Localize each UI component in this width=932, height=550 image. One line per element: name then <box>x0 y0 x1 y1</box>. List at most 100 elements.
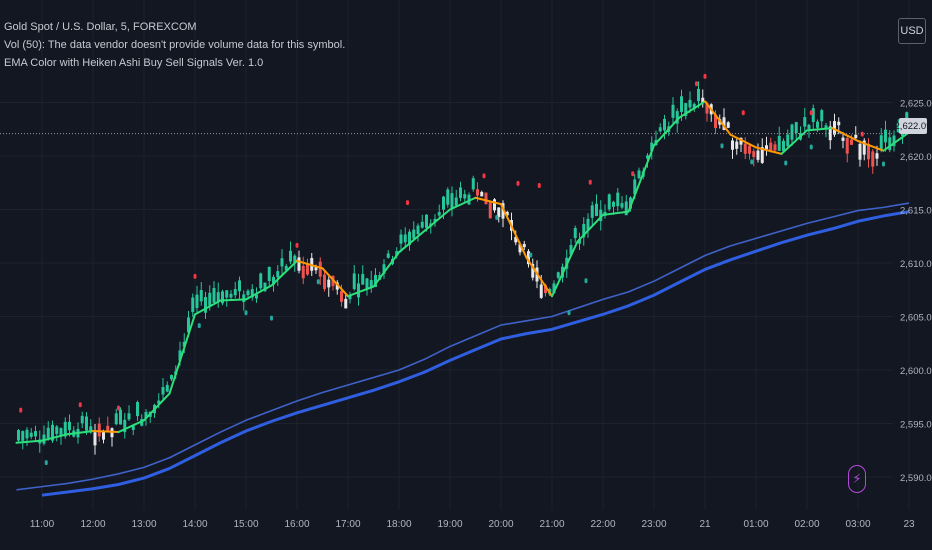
sell-signal-dot <box>406 200 409 206</box>
fast-ema-segment <box>321 267 349 298</box>
candle-body <box>208 292 212 306</box>
candle-body <box>756 150 760 160</box>
y-tick-label: 2,605.00 <box>900 313 932 324</box>
fast-ema-segment <box>245 284 273 301</box>
fast-ema-segment <box>678 100 706 119</box>
candle-body <box>21 431 25 441</box>
x-tick-label: 21:00 <box>539 519 564 530</box>
candle-body <box>437 212 441 216</box>
candle-body <box>399 234 403 244</box>
candle-body <box>786 134 790 147</box>
candle-body <box>556 272 560 278</box>
x-tick-label: 20:00 <box>488 519 513 530</box>
y-tick-label: 2,600.00 <box>900 366 932 377</box>
y-tick-label: 2,610.00 <box>900 259 932 270</box>
candle-body <box>782 140 785 152</box>
heiken-ashi-candles <box>17 81 909 455</box>
candle-body <box>199 289 203 302</box>
candle-body <box>323 274 326 290</box>
fast-ema-segment <box>41 433 69 442</box>
candle-body <box>446 189 450 205</box>
candle-body <box>403 234 407 243</box>
candle-body <box>80 415 84 424</box>
candle-body <box>493 199 496 211</box>
buy-signal-dot <box>584 278 588 284</box>
candle-body <box>161 386 165 395</box>
candle-body <box>620 203 624 208</box>
fast-ema-segment <box>755 146 783 155</box>
candle-body <box>280 258 284 267</box>
candle-body <box>884 129 887 143</box>
sell-signal-dot <box>78 402 82 408</box>
ema-lines <box>15 100 910 497</box>
sell-signal-dot <box>703 73 707 79</box>
candle-body <box>841 137 845 141</box>
candle-body <box>318 261 322 277</box>
indicator-legend[interactable]: EMA Color with Heiken Ashi Buy Sell Sign… <box>4 54 345 72</box>
candle-body <box>301 265 305 279</box>
buy-signal-dot <box>809 144 813 150</box>
signal-dots <box>19 73 885 466</box>
sell-signal-dot <box>809 110 813 116</box>
candle-body <box>357 283 360 298</box>
y-tick-label: 2,620.00 <box>900 152 932 163</box>
candle-body <box>425 214 428 228</box>
buy-signal-dot <box>529 252 533 258</box>
candle-body <box>680 96 683 112</box>
candle-body <box>289 250 292 262</box>
x-tick-label: 15:00 <box>233 519 258 530</box>
candle-body <box>522 243 526 248</box>
candle-body <box>327 279 331 288</box>
chart-grid <box>0 0 910 510</box>
fast-ema-segment <box>347 285 375 298</box>
candle-body <box>195 294 199 308</box>
fast-ema-segment <box>882 131 910 152</box>
fast-ema-segment <box>704 100 732 136</box>
volume-legend: Vol (50): The data vendor doesn't provid… <box>4 39 346 51</box>
buy-signal-dot <box>270 315 273 321</box>
candle-body <box>484 192 488 205</box>
price-chart[interactable]: 2,625.00 2,620.00 2,615.00 2,610.00 2,605.00… <box>0 0 932 550</box>
price-axis[interactable]: 2,625.00 2,620.00 2,615.00 2,610.00 2,605.00… <box>900 99 932 485</box>
candle-body <box>29 432 33 437</box>
buy-signal-dot <box>197 323 201 329</box>
candle-body <box>803 117 807 127</box>
lightning-icon[interactable]: ⚡ <box>848 465 866 493</box>
time-axis[interactable]: 11:00 12:00 13:00 14:00 15:00 16:00 17:00 18:00… <box>30 519 915 530</box>
candle-body <box>204 297 207 313</box>
sell-signal-dot <box>588 179 592 185</box>
x-tick-label: 03:00 <box>845 519 870 530</box>
fast-ema-segment <box>15 439 43 444</box>
candle-body <box>820 110 824 122</box>
x-tick-label: 23 <box>903 519 915 530</box>
buy-signal-dot <box>316 279 320 285</box>
buy-signal-dot <box>567 310 571 316</box>
sell-signal-dot <box>193 273 197 279</box>
fast-ema-segment <box>398 229 426 254</box>
candle-body <box>590 205 594 218</box>
candle-body <box>743 143 747 154</box>
candle-body <box>246 290 250 296</box>
y-tick-label: 2,590.00 <box>900 473 932 484</box>
buy-signal-dot <box>882 161 885 167</box>
candle-body <box>340 291 343 302</box>
candle-body <box>170 375 173 380</box>
currency-button[interactable]: USD <box>898 18 926 44</box>
fast-ema-segment <box>92 429 120 434</box>
candle-body <box>93 432 97 446</box>
fast-ema-segment <box>602 210 630 216</box>
candle-body <box>344 298 348 309</box>
candle-body <box>297 257 301 271</box>
candle-body <box>735 141 739 149</box>
fast-ema-segment <box>780 129 808 155</box>
candle-body <box>114 413 118 425</box>
candle-body <box>386 253 390 258</box>
x-tick-label: 11:00 <box>30 519 55 530</box>
candle-body <box>858 143 862 160</box>
candle-body <box>276 271 280 278</box>
candle-body <box>55 426 59 434</box>
symbol-title[interactable]: Gold Spot / U.S. Dollar, 5, FOREXCOM <box>4 18 345 36</box>
fast-ema-segment <box>474 196 502 206</box>
buy-signal-dot <box>750 159 754 165</box>
candle-body <box>238 280 241 292</box>
